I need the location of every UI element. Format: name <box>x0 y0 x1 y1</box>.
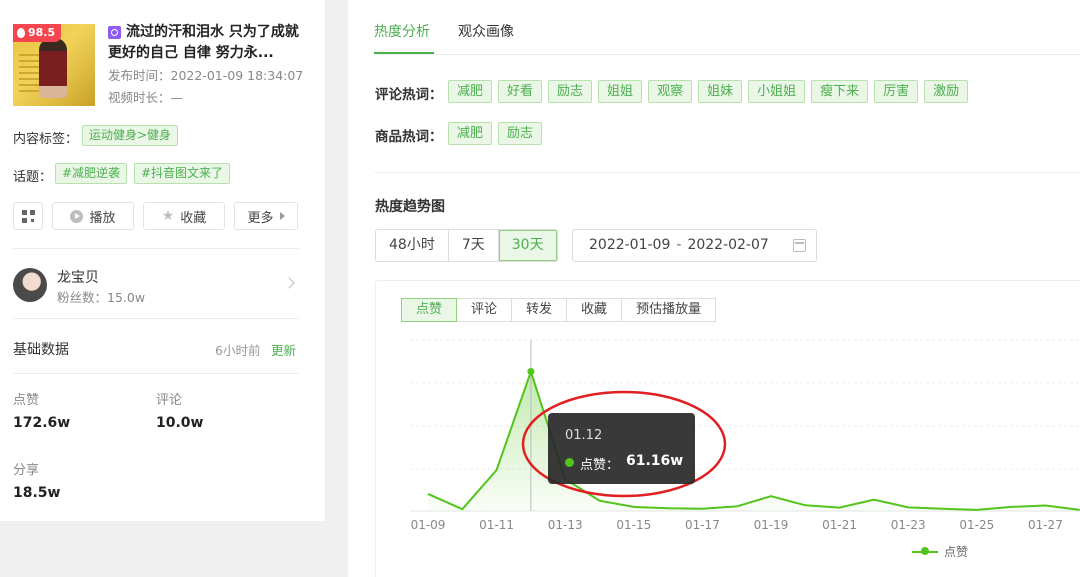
metric-tab-likes[interactable]: 点赞 <box>401 298 457 322</box>
x-tick-label: 01-09 <box>411 518 446 532</box>
x-tick-label: 01-11 <box>479 518 514 532</box>
tooltip-label: 点赞： <box>580 454 619 473</box>
tooltip-value: 61.16w <box>626 453 683 469</box>
tooltip-date: 01.12 <box>565 428 602 443</box>
x-tick-label: 01-17 <box>685 518 720 532</box>
x-tick-label: 01-19 <box>754 518 789 532</box>
chart-tooltip: 01.12 点赞： 61.16w <box>548 413 695 484</box>
legend-line-icon <box>912 551 938 553</box>
likes-area <box>428 372 1080 511</box>
x-tick-label: 01-15 <box>616 518 651 532</box>
x-tick-label: 01-21 <box>822 518 857 532</box>
likes-trend-chart: 01-09 01-11 01-13 01-15 01-17 01-19 01-21 01-23… <box>0 0 1080 577</box>
x-tick-label: 01-13 <box>548 518 583 532</box>
chart-legend[interactable]: 点赞 <box>912 543 968 560</box>
data-point <box>527 368 534 375</box>
x-tick-label: 01-25 <box>959 518 994 532</box>
x-tick-label: 01-27 <box>1028 518 1063 532</box>
legend-label: 点赞 <box>944 543 968 560</box>
tooltip-series-dot <box>565 458 574 467</box>
x-tick-label: 01-23 <box>891 518 926 532</box>
